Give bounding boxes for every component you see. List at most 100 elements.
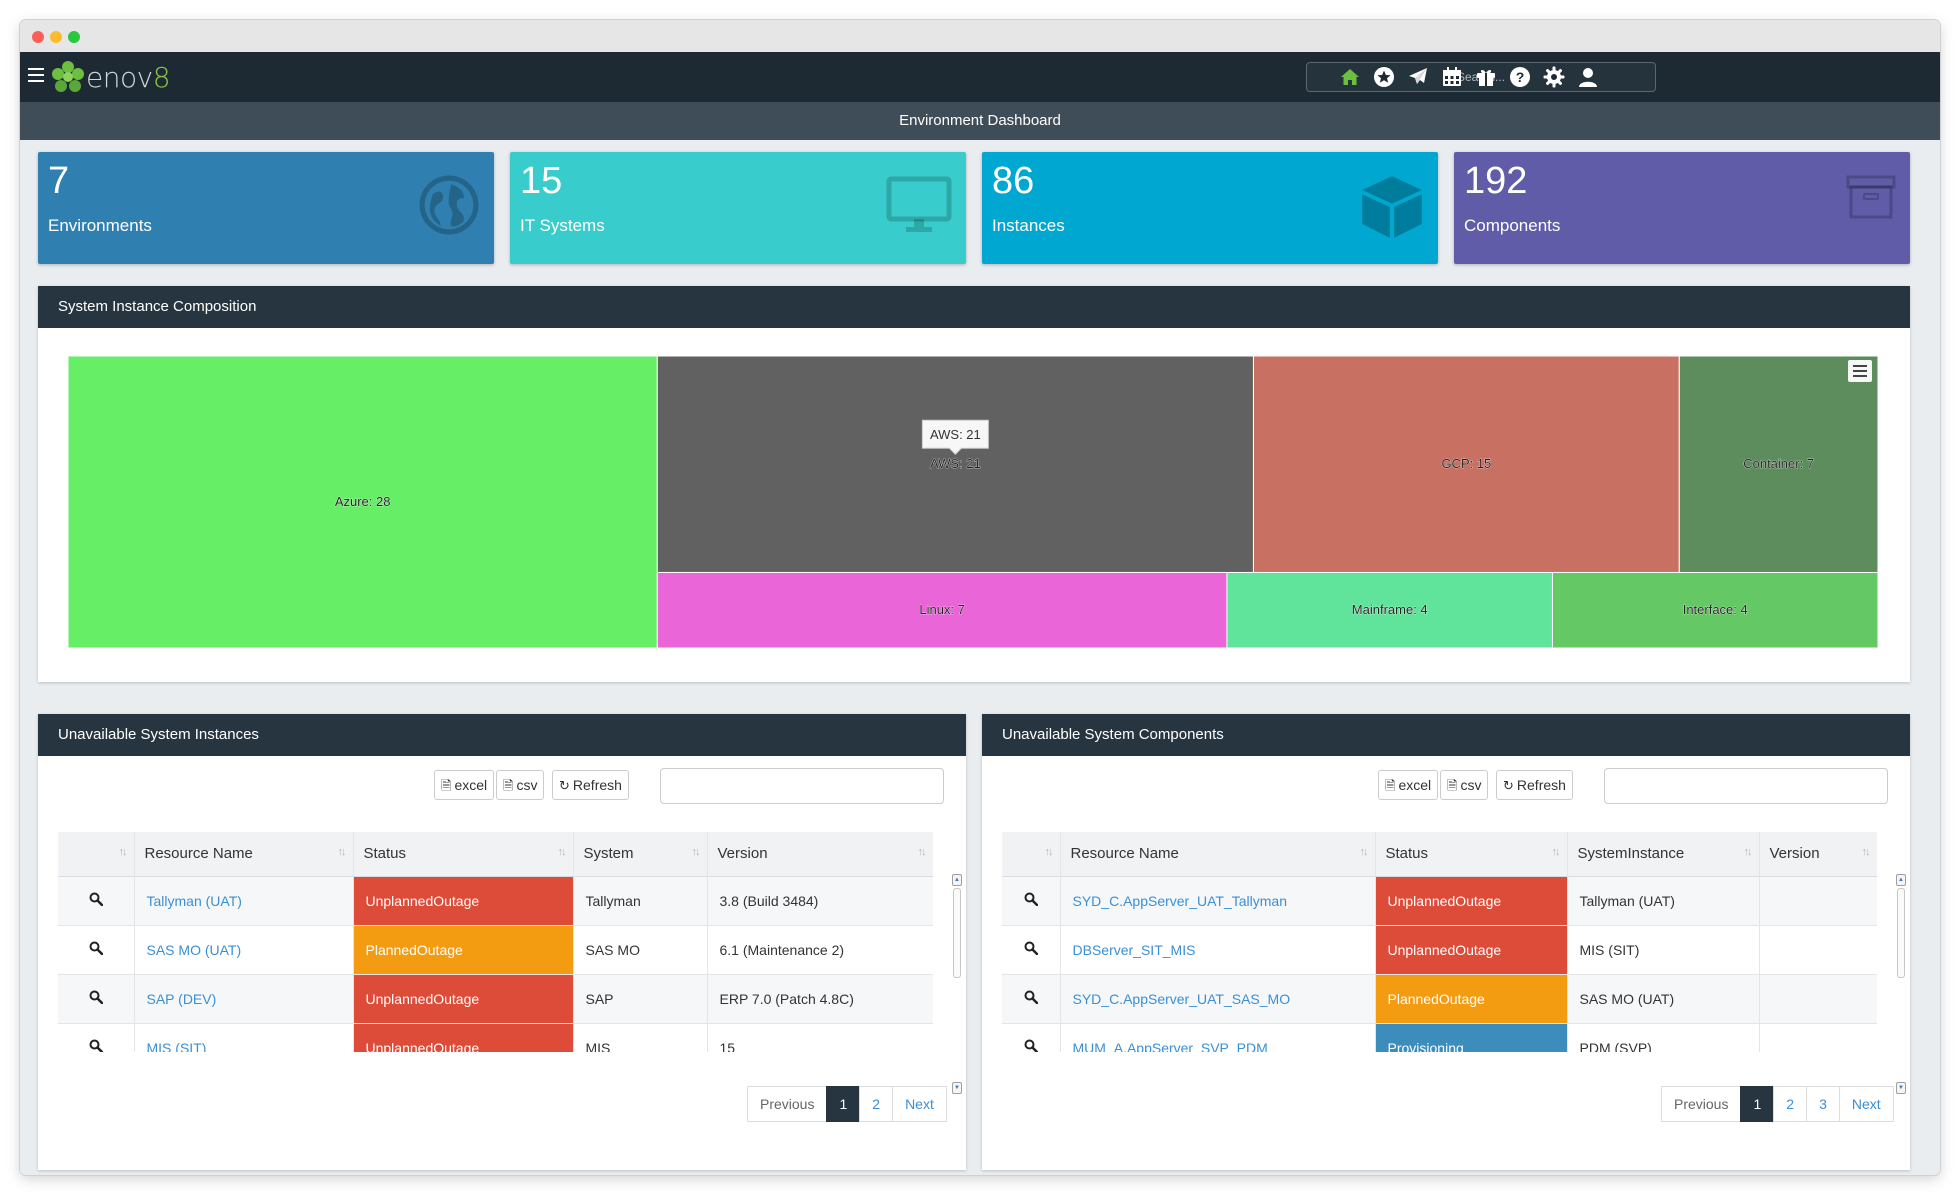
- search-icon[interactable]: [89, 941, 103, 956]
- panel-title: Unavailable System Components: [982, 714, 1910, 756]
- page-1-button[interactable]: 1: [826, 1086, 861, 1122]
- cell-version: [1759, 974, 1877, 1024]
- table-scrollbar[interactable]: ▲ ▼: [952, 874, 962, 1094]
- search-icon[interactable]: [1024, 941, 1038, 956]
- treemap-label: Container: 7: [1743, 456, 1814, 471]
- table-row[interactable]: SYD_C.AppServer_UAT_Tallyman UnplannedOut…: [1002, 876, 1877, 926]
- page-3-button[interactable]: 3: [1806, 1086, 1840, 1122]
- search-icon[interactable]: [89, 892, 103, 907]
- view-details-icon[interactable]: [1002, 925, 1061, 975]
- help-icon[interactable]: ?: [1508, 65, 1532, 89]
- maximize-window-button[interactable]: [68, 31, 80, 43]
- panel-title: Unavailable System Instances: [38, 714, 966, 756]
- table-row[interactable]: DBServer_SIT_MIS UnplannedOutage MIS (SIT): [1002, 925, 1877, 975]
- gift-icon[interactable]: [1474, 65, 1498, 89]
- table-search-input[interactable]: [1604, 768, 1888, 804]
- table-row[interactable]: SYD_C.AppServer_UAT_SAS_MO PlannedOutage S…: [1002, 974, 1877, 1024]
- page-2-button[interactable]: 2: [859, 1086, 894, 1122]
- cell-version: 3.8 (Build 3484): [707, 876, 933, 926]
- user-icon[interactable]: [1576, 65, 1600, 89]
- resource-name-link[interactable]: MIS (SIT): [134, 1023, 354, 1052]
- search-icon[interactable]: [1024, 892, 1038, 907]
- previous-page-button[interactable]: Previous: [747, 1086, 828, 1122]
- view-details-icon[interactable]: [1002, 1023, 1061, 1052]
- scroll-up-icon[interactable]: ▲: [952, 874, 962, 886]
- stat-card-components[interactable]: 192 Components: [1454, 152, 1910, 264]
- column-header-action[interactable]: ↑↓: [58, 832, 135, 877]
- refresh-button[interactable]: ↻ Refresh: [552, 770, 629, 800]
- view-details-icon[interactable]: [58, 974, 135, 1024]
- page-1-button[interactable]: 1: [1740, 1086, 1775, 1122]
- table-row[interactable]: MUM_A.AppServer_SVP_PDM Provisioning PDM (…: [1002, 1023, 1877, 1052]
- stat-card-environments[interactable]: 7 Environments: [38, 152, 494, 264]
- resource-name-link[interactable]: DBServer_SIT_MIS: [1060, 925, 1376, 975]
- page-2-button[interactable]: 2: [1773, 1086, 1808, 1122]
- column-header-status[interactable]: Status ↑↓: [1375, 832, 1568, 877]
- file-excel-icon: 🗎: [1385, 778, 1396, 793]
- column-header-system[interactable]: System ↑↓: [573, 832, 708, 877]
- view-details-icon[interactable]: [1002, 876, 1061, 926]
- table-row[interactable]: MIS (SIT) UnplannedOutage MIS 15: [58, 1023, 933, 1052]
- resource-name-link[interactable]: SYD_C.AppServer_UAT_Tallyman: [1060, 876, 1376, 926]
- table-row[interactable]: SAP (DEV) UnplannedOutage SAP ERP 7.0 (Patc…: [58, 974, 933, 1024]
- view-details-icon[interactable]: [58, 1023, 135, 1052]
- view-details-icon[interactable]: [1002, 974, 1061, 1024]
- settings-icon[interactable]: [1542, 65, 1566, 89]
- scroll-thumb[interactable]: [953, 888, 961, 978]
- excel-button[interactable]: 🗎 excel: [434, 770, 495, 800]
- instances-table-wrapper: ↑↓ Resource Name ↑↓ Status ↑↓ System ↑↓ Ver…: [58, 832, 933, 1052]
- search-icon[interactable]: [89, 990, 103, 1005]
- resource-name-link[interactable]: Tallyman (UAT): [134, 876, 354, 926]
- treemap-label: Mainframe: 4: [1352, 602, 1428, 617]
- search-icon[interactable]: [1024, 1039, 1038, 1052]
- view-details-icon[interactable]: [58, 876, 135, 926]
- treemap-label: GCP: 15: [1441, 456, 1491, 471]
- cell-system: Tallyman: [573, 876, 708, 926]
- column-header-status[interactable]: Status ↑↓: [353, 832, 574, 877]
- cell-version: ERP 7.0 (Patch 4.8C): [707, 974, 933, 1024]
- home-icon[interactable]: [1338, 65, 1362, 89]
- calendar-icon[interactable]: [1440, 65, 1464, 89]
- table-row[interactable]: Tallyman (UAT) UnplannedOutage Tallyman 3.8…: [58, 876, 933, 926]
- rocket-icon[interactable]: [1406, 65, 1430, 89]
- menu-icon[interactable]: [28, 68, 44, 84]
- next-page-button[interactable]: Next: [892, 1086, 947, 1122]
- search-icon[interactable]: [89, 1039, 103, 1052]
- scroll-thumb[interactable]: [1897, 888, 1905, 978]
- stat-value: 15: [520, 160, 563, 202]
- resource-name-link[interactable]: SYD_C.AppServer_UAT_SAS_MO: [1060, 974, 1376, 1024]
- column-header-action[interactable]: ↑↓: [1002, 832, 1061, 877]
- stat-card-it-systems[interactable]: 15 IT Systems: [510, 152, 966, 264]
- star-icon[interactable]: [1372, 65, 1396, 89]
- resource-name-link[interactable]: SAS MO (UAT): [134, 925, 354, 975]
- column-header-resource-name[interactable]: Resource Name ↑↓: [1060, 832, 1376, 877]
- column-header-version[interactable]: Version ↑↓: [707, 832, 933, 877]
- previous-page-button[interactable]: Previous: [1661, 1086, 1742, 1122]
- column-header-resource-name[interactable]: Resource Name ↑↓: [134, 832, 354, 877]
- tooltip-text: AWS: 21: [930, 427, 981, 442]
- excel-button[interactable]: 🗎 excel: [1378, 770, 1439, 800]
- stat-card-instances[interactable]: 86 Instances: [982, 152, 1438, 264]
- cell-system: MIS: [573, 1023, 708, 1052]
- csv-button[interactable]: 🗎 csv: [496, 770, 545, 800]
- csv-button[interactable]: 🗎 csv: [1440, 770, 1489, 800]
- view-details-icon[interactable]: [58, 925, 135, 975]
- search-icon[interactable]: [1024, 990, 1038, 1005]
- title-bar: [20, 20, 1940, 52]
- stat-value: 7: [48, 160, 70, 202]
- table-search-input[interactable]: [660, 768, 944, 804]
- resource-name-link[interactable]: MUM_A.AppServer_SVP_PDM: [1060, 1023, 1376, 1052]
- minimize-window-button[interactable]: [50, 31, 62, 43]
- scroll-down-icon[interactable]: ▼: [1896, 1082, 1906, 1094]
- scroll-up-icon[interactable]: ▲: [1896, 874, 1906, 886]
- close-window-button[interactable]: [32, 31, 44, 43]
- next-page-button[interactable]: Next: [1838, 1086, 1894, 1122]
- refresh-button[interactable]: ↻ Refresh: [1496, 770, 1573, 800]
- table-scrollbar[interactable]: ▲ ▼: [1896, 874, 1906, 1094]
- column-header-version[interactable]: Version ↑↓: [1759, 832, 1877, 877]
- scroll-down-icon[interactable]: ▼: [952, 1082, 962, 1094]
- table-row[interactable]: SAS MO (UAT) PlannedOutage SAS MO 6.1 (Main…: [58, 925, 933, 975]
- column-header-system-instance[interactable]: SystemInstance ↑↓: [1567, 832, 1760, 877]
- chart-menu-icon[interactable]: [1848, 360, 1872, 382]
- resource-name-link[interactable]: SAP (DEV): [134, 974, 354, 1024]
